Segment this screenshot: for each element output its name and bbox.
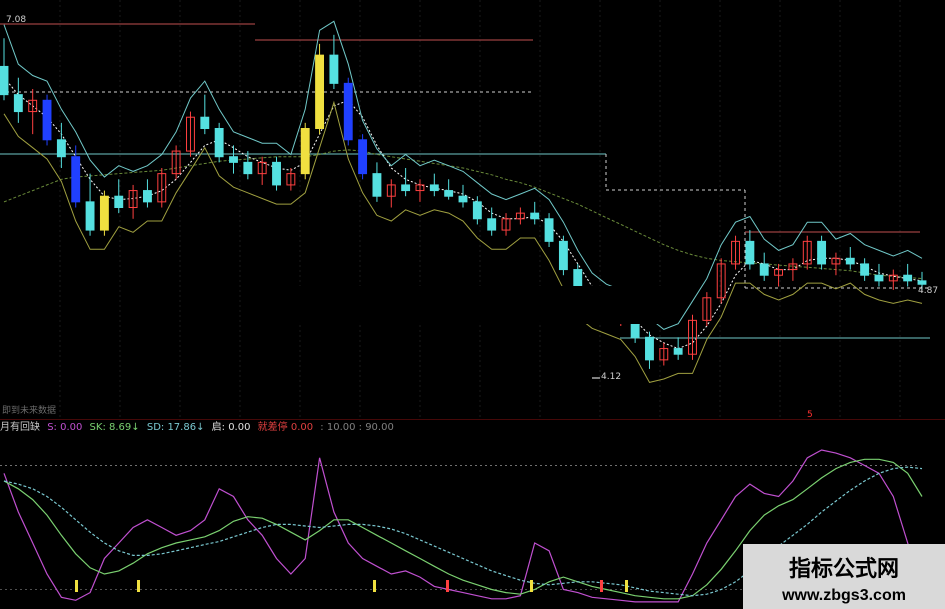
- candle-body: [429, 184, 439, 192]
- candle-body: [272, 161, 281, 186]
- candle-body: [444, 190, 454, 197]
- signal-bar: [446, 580, 449, 592]
- signal-bar: [137, 580, 140, 592]
- signal-bar: [373, 580, 376, 592]
- candle-body: [343, 82, 353, 141]
- candle-body: [114, 195, 124, 208]
- candle-body: [56, 139, 66, 158]
- candle-body: [300, 128, 310, 175]
- candle-body: [917, 280, 927, 285]
- candle-body: [71, 156, 81, 203]
- candle-body: [13, 94, 23, 113]
- candle-body: [759, 263, 769, 276]
- masked-area: [277, 286, 662, 324]
- signal-bar: [625, 580, 628, 592]
- watermark: 指标公式网 www.zbgs3.com: [743, 544, 945, 609]
- candle-body: [329, 54, 339, 84]
- upper-band-line: [3, 20, 923, 330]
- ma-slow-line: [3, 149, 923, 280]
- candle-body: [544, 218, 554, 242]
- candle-body: [558, 240, 568, 271]
- signal-bar: [600, 580, 603, 592]
- candle-body: [645, 336, 654, 361]
- candle-body: [358, 139, 368, 175]
- candle-body: [472, 201, 482, 220]
- last-price-label: 4.87: [918, 286, 939, 296]
- candle-body: [99, 195, 109, 231]
- red-marker: 5: [807, 410, 813, 420]
- future-data-note: 即到未来数据: [2, 406, 57, 416]
- candle-body: [229, 156, 238, 163]
- candle-body: [673, 348, 683, 355]
- candle-body: [0, 65, 9, 96]
- main-candlestick-chart: 5: [0, 0, 945, 420]
- candle-body: [85, 201, 95, 231]
- candle-body: [142, 190, 152, 203]
- candle-body: [817, 240, 827, 265]
- candle-body: [401, 184, 411, 192]
- low-price-label: 4.12: [601, 372, 622, 382]
- signal-bar: [530, 580, 533, 592]
- candle-body: [745, 240, 755, 265]
- candle-body: [530, 212, 540, 220]
- watermark-url: www.zbgs3.com: [782, 587, 906, 604]
- candle-body: [487, 218, 497, 231]
- candle-body: [243, 161, 253, 175]
- candle-body: [874, 274, 884, 282]
- candle-body: [315, 54, 325, 129]
- candle-body: [200, 116, 210, 130]
- candle-body: [903, 274, 913, 282]
- candle-body: [845, 257, 855, 265]
- candle-body: [860, 263, 870, 276]
- lower-band-line: [3, 100, 923, 383]
- candle-body: [458, 195, 468, 203]
- watermark-title: 指标公式网: [788, 557, 899, 582]
- high-price-label: 7.08: [6, 15, 27, 25]
- candle-body: [42, 99, 52, 141]
- signal-bar: [75, 580, 78, 592]
- candle-body: [214, 128, 224, 158]
- candle-body: [372, 173, 382, 197]
